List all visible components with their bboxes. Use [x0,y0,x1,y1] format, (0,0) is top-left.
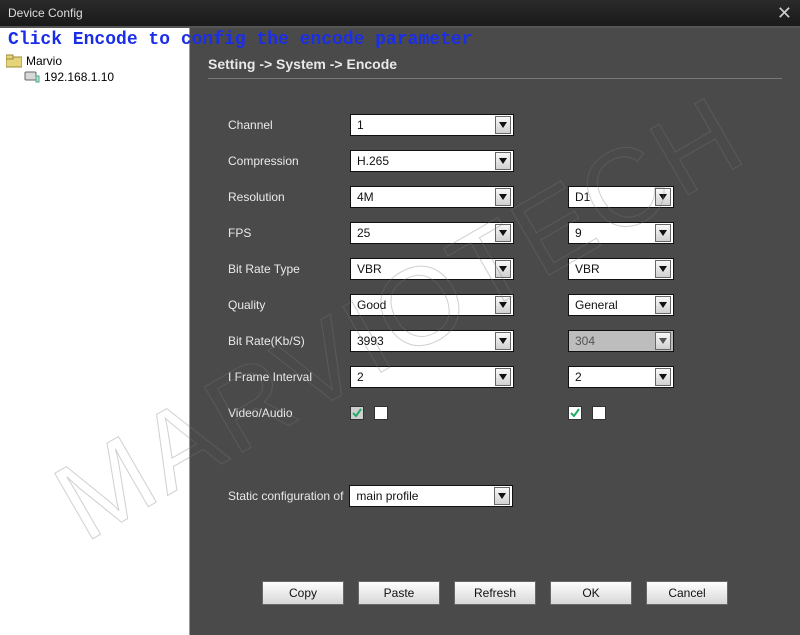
bitrate-type-sub-select[interactable]: VBR [568,258,674,280]
device-tree: Marvio 192.168.1.10 [0,28,190,635]
chevron-down-icon [495,116,511,134]
chevron-down-icon [495,260,511,278]
titlebar: Device Config ✕ [0,0,800,28]
refresh-button[interactable]: Refresh [454,581,536,605]
tree-device-label: 192.168.1.10 [44,70,114,84]
tree-device[interactable]: 192.168.1.10 [24,70,185,84]
bitrate-sub-select[interactable]: 304 [568,330,674,352]
breadcrumb: Setting -> System -> Encode [208,56,782,79]
resolution-sub-select[interactable]: D1 [568,186,674,208]
bitrate-type-main-select[interactable]: VBR [350,258,514,280]
chevron-down-icon [494,487,510,505]
main-video-checkbox[interactable] [350,406,364,420]
channel-select[interactable]: 1 [350,114,514,136]
static-config-select[interactable]: main profile [349,485,513,507]
resolution-main-select[interactable]: 4M [350,186,514,208]
video-audio-label: Video/Audio [228,406,350,420]
chevron-down-icon [655,368,671,386]
chevron-down-icon [495,152,511,170]
bitrate-main-select[interactable]: 3993 [350,330,514,352]
static-config-label: Static configuration of [228,489,343,503]
fps-label: FPS [228,226,350,240]
bitrate-type-label: Bit Rate Type [228,262,350,276]
chevron-down-icon [655,296,671,314]
fps-main-select[interactable]: 25 [350,222,514,244]
folder-icon [6,54,22,68]
chevron-down-icon [495,332,511,350]
ok-button[interactable]: OK [550,581,632,605]
chevron-down-icon [655,188,671,206]
chevron-down-icon [495,296,511,314]
main-audio-checkbox[interactable] [374,406,388,420]
chevron-down-icon [495,224,511,242]
copy-button[interactable]: Copy [262,581,344,605]
tree-root-label: Marvio [26,54,62,68]
iframe-label: I Frame Interval [228,370,350,384]
main-panel: Setting -> System -> Encode Channel 1 Co… [190,28,800,635]
compression-label: Compression [228,154,350,168]
quality-main-select[interactable]: Good [350,294,514,316]
resolution-label: Resolution [228,190,350,204]
sub-audio-checkbox[interactable] [592,406,606,420]
quality-label: Quality [228,298,350,312]
cancel-button[interactable]: Cancel [646,581,728,605]
button-bar: Copy Paste Refresh OK Cancel [208,571,782,623]
window-title: Device Config [8,6,83,20]
channel-label: Channel [228,118,350,132]
fps-sub-select[interactable]: 9 [568,222,674,244]
chevron-down-icon [495,368,511,386]
chevron-down-icon [655,224,671,242]
iframe-main-select[interactable]: 2 [350,366,514,388]
quality-sub-select[interactable]: General [568,294,674,316]
device-icon [24,70,40,84]
tree-root[interactable]: Marvio [6,54,185,68]
iframe-sub-select[interactable]: 2 [568,366,674,388]
chevron-down-icon [655,332,671,350]
paste-button[interactable]: Paste [358,581,440,605]
compression-select[interactable]: H.265 [350,150,514,172]
chevron-down-icon [495,188,511,206]
bitrate-label: Bit Rate(Kb/S) [228,334,350,348]
sub-video-checkbox[interactable] [568,406,582,420]
close-icon[interactable]: ✕ [777,3,792,24]
chevron-down-icon [655,260,671,278]
